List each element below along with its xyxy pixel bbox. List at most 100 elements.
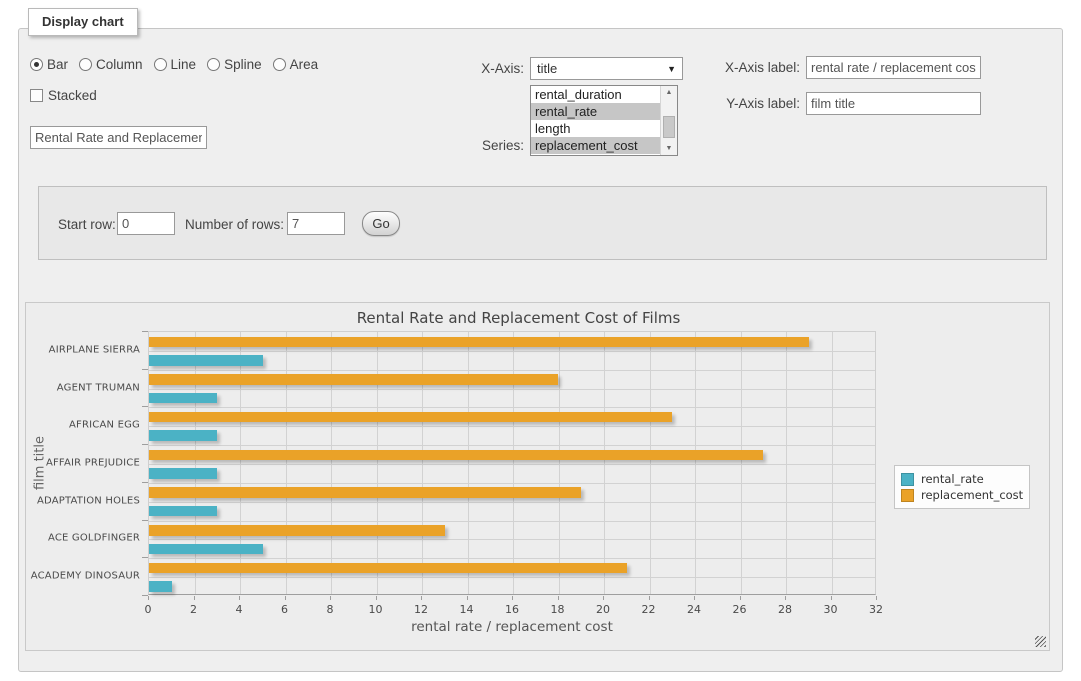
radio-area[interactable]: Area — [273, 57, 319, 72]
gridline-h — [149, 370, 875, 371]
x-tick-label: 8 — [310, 603, 350, 616]
stacked-checkbox[interactable]: Stacked — [30, 88, 97, 103]
gridline-h — [149, 407, 875, 408]
x-tick-label: 10 — [356, 603, 396, 616]
x-axis-title: rental rate / replacement cost — [148, 619, 876, 635]
series-option-length[interactable]: length — [531, 120, 660, 137]
x-axis-select-label: X-Axis: — [440, 61, 524, 76]
legend-label: replacement_cost — [921, 488, 1023, 502]
x-axis-select[interactable]: title ▼ — [530, 57, 683, 80]
series-option-rental_duration[interactable]: rental_duration — [531, 86, 660, 103]
page: Display chart BarColumnLineSplineArea St… — [0, 0, 1081, 681]
chevron-down-icon: ▼ — [667, 64, 676, 74]
bar-replacement_cost — [149, 337, 809, 348]
radio-label: Spline — [224, 57, 262, 72]
gridline-v — [559, 332, 560, 594]
x-tick-mark — [603, 596, 604, 600]
x-tick-label: 26 — [720, 603, 760, 616]
x-tick-mark — [876, 596, 877, 600]
checkbox-icon[interactable] — [30, 89, 43, 102]
go-button[interactable]: Go — [362, 211, 400, 236]
series-scrollbar[interactable]: ▲ ▼ — [660, 86, 677, 155]
radio-icon[interactable] — [154, 58, 167, 71]
series-options: rental_durationrental_ratelengthreplacem… — [531, 86, 660, 155]
x-tick-mark — [831, 596, 832, 600]
x-tick-mark — [285, 596, 286, 600]
x-axis-label-input[interactable] — [806, 56, 981, 79]
radio-line[interactable]: Line — [154, 57, 197, 72]
series-option-replacement_cost[interactable]: replacement_cost — [531, 137, 660, 154]
gridline-h — [149, 464, 875, 465]
resize-handle-icon[interactable] — [1035, 636, 1046, 647]
y-tick-mark — [142, 406, 148, 407]
bar-rental_rate — [149, 544, 263, 555]
num-rows-input[interactable] — [287, 212, 345, 235]
x-tick-label: 12 — [401, 603, 441, 616]
scroll-thumb[interactable] — [663, 116, 675, 138]
scroll-down-icon[interactable]: ▼ — [661, 145, 677, 152]
gridline-h — [149, 445, 875, 446]
gridline-v — [604, 332, 605, 594]
gridline-h — [149, 426, 875, 427]
radio-icon[interactable] — [79, 58, 92, 71]
gridline-h — [149, 577, 875, 578]
bar-replacement_cost — [149, 450, 763, 461]
series-select-label: Series: — [440, 138, 524, 153]
gridline-v — [422, 332, 423, 594]
chart-title-input[interactable] — [30, 126, 207, 149]
bar-rental_rate — [149, 393, 217, 404]
legend-item: rental_rate — [901, 472, 1023, 486]
x-tick-mark — [467, 596, 468, 600]
bar-rental_rate — [149, 468, 217, 479]
x-axis-label-label: X-Axis label: — [710, 60, 800, 75]
series-multiselect[interactable]: rental_durationrental_ratelengthreplacem… — [530, 85, 678, 156]
bar-rental_rate — [149, 430, 217, 441]
series-option-rental_rate[interactable]: rental_rate — [531, 103, 660, 120]
radio-column[interactable]: Column — [79, 57, 143, 72]
x-tick-mark — [194, 596, 195, 600]
legend-label: rental_rate — [921, 472, 984, 486]
gridline-v — [741, 332, 742, 594]
x-tick-label: 24 — [674, 603, 714, 616]
scroll-up-icon[interactable]: ▲ — [661, 89, 677, 96]
gridline-h — [149, 483, 875, 484]
gridline-v — [513, 332, 514, 594]
x-tick-label: 14 — [447, 603, 487, 616]
bar-replacement_cost — [149, 525, 445, 536]
x-tick-label: 20 — [583, 603, 623, 616]
radio-label: Area — [290, 57, 319, 72]
x-tick-label: 18 — [538, 603, 578, 616]
radio-icon[interactable] — [273, 58, 286, 71]
category-label: ACE GOLDFINGER — [26, 533, 140, 544]
gridline-h — [149, 521, 875, 522]
bar-rental_rate — [149, 355, 263, 366]
radio-icon[interactable] — [30, 58, 43, 71]
bar-rental_rate — [149, 581, 172, 592]
y-tick-mark — [142, 331, 148, 332]
y-tick-mark — [142, 444, 148, 445]
radio-label: Line — [171, 57, 197, 72]
x-tick-label: 16 — [492, 603, 532, 616]
x-tick-label: 6 — [265, 603, 305, 616]
start-row-input[interactable] — [117, 212, 175, 235]
radio-bar[interactable]: Bar — [30, 57, 68, 72]
gridline-v — [195, 332, 196, 594]
y-tick-mark — [142, 369, 148, 370]
y-axis-label-input[interactable] — [806, 92, 981, 115]
x-axis-selected-value: title — [537, 61, 557, 76]
legend-swatch-replacement_cost — [901, 489, 914, 502]
radio-spline[interactable]: Spline — [207, 57, 262, 72]
x-tick-mark — [740, 596, 741, 600]
gridline-v — [286, 332, 287, 594]
start-row-label: Start row: — [58, 217, 116, 232]
radio-label: Column — [96, 57, 143, 72]
chart-title: Rental Rate and Replacement Cost of Film… — [26, 309, 1011, 327]
gridline-v — [695, 332, 696, 594]
radio-label: Bar — [47, 57, 68, 72]
x-tick-mark — [694, 596, 695, 600]
x-tick-label: 2 — [174, 603, 214, 616]
category-label: AIRPLANE SIERRA — [26, 344, 140, 355]
radio-icon[interactable] — [207, 58, 220, 71]
chart-legend: rental_rate replacement_cost — [894, 465, 1030, 509]
x-tick-mark — [330, 596, 331, 600]
